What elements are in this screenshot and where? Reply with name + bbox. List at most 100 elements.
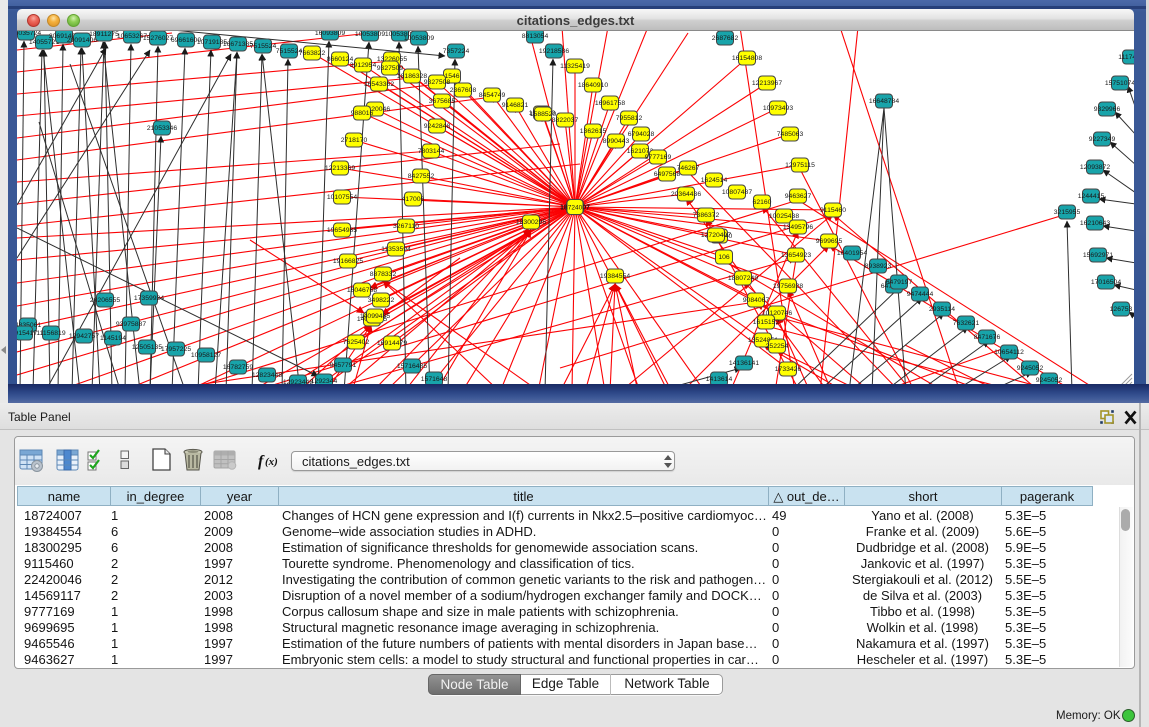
svg-text:10958127: 10958127 (191, 352, 221, 359)
svg-text:10807487: 10807487 (722, 189, 752, 196)
svg-text:20091406: 20091406 (67, 37, 97, 44)
svg-text:13495796: 13495796 (783, 224, 813, 231)
svg-text:8454749: 8454749 (479, 92, 506, 99)
svg-text:3675685: 3675685 (429, 98, 456, 105)
svg-text:16914479: 16914479 (377, 340, 407, 347)
svg-text:9115460: 9115460 (820, 207, 846, 214)
svg-text:19756928: 19756928 (773, 283, 803, 290)
svg-text:1571648: 1571648 (421, 376, 448, 383)
svg-text:7625402: 7625402 (343, 339, 370, 346)
svg-text:126753: 126753 (1110, 306, 1133, 313)
svg-text:16046768: 16046768 (347, 287, 377, 294)
svg-text:f: f (258, 453, 265, 470)
svg-text:16154808: 16154808 (732, 55, 762, 62)
svg-text:8427552: 8427552 (408, 173, 435, 180)
svg-text:16648784: 16648784 (869, 98, 899, 105)
svg-text:16093809: 16093809 (315, 31, 345, 37)
svg-text:9329966: 9329966 (1094, 106, 1121, 113)
svg-text:12505135: 12505135 (132, 344, 162, 351)
svg-text:15692971: 15692971 (1083, 252, 1113, 259)
svg-text:3215955: 3215955 (1054, 209, 1081, 216)
svg-text:9777169: 9777169 (645, 154, 672, 161)
svg-text:10107554: 10107554 (327, 194, 357, 201)
svg-text:62160: 62160 (753, 199, 772, 206)
svg-text:18724007: 18724007 (561, 205, 590, 212)
svg-text:13654923: 13654923 (781, 252, 811, 259)
svg-text:9327509: 9327509 (377, 65, 404, 72)
svg-text:8471676: 8471676 (974, 334, 1001, 341)
svg-text:15716485: 15716485 (397, 363, 427, 370)
svg-text:16543362: 16543362 (364, 81, 394, 88)
svg-text:12093872: 12093872 (1080, 164, 1110, 171)
svg-text:14055721: 14055721 (29, 39, 59, 46)
svg-text:9227349: 9227349 (1089, 136, 1116, 143)
svg-text:417006: 417006 (402, 196, 425, 203)
svg-text:1615152: 1615152 (753, 319, 780, 326)
svg-text:7632621: 7632621 (953, 320, 980, 327)
svg-text:17359924: 17359924 (134, 295, 164, 302)
svg-text:3498222: 3498222 (368, 297, 395, 304)
svg-text:3267110: 3267110 (393, 223, 419, 230)
svg-text:8878332: 8878332 (370, 271, 397, 278)
svg-text:7386372: 7386372 (693, 212, 720, 219)
svg-text:16671385: 16671385 (223, 41, 253, 48)
svg-text:16210643: 16210643 (1080, 220, 1110, 227)
svg-text:2718170: 2718170 (341, 137, 368, 144)
svg-text:21053346: 21053346 (147, 125, 177, 132)
svg-text:12975115: 12975115 (785, 162, 815, 169)
svg-text:7357224: 7357224 (443, 48, 470, 55)
svg-text:19166825: 19166825 (333, 258, 363, 265)
svg-text:17957225: 17957225 (161, 346, 191, 353)
svg-text:6794028: 6794028 (628, 131, 655, 138)
svg-text:9699695: 9699695 (816, 238, 843, 245)
svg-text:9327508: 9327508 (424, 79, 451, 86)
svg-text:746267: 746267 (677, 165, 700, 172)
svg-text:8813054: 8813054 (522, 33, 549, 40)
svg-text:9245052: 9245052 (1036, 377, 1063, 384)
svg-text:8938923: 8938923 (865, 263, 892, 270)
svg-text:15276027: 15276027 (143, 35, 173, 42)
svg-text:1413614: 1413614 (706, 376, 733, 383)
svg-text:2367608: 2367608 (450, 87, 477, 94)
svg-text:3912954: 3912954 (350, 62, 377, 69)
svg-text:12942757: 12942757 (69, 333, 99, 340)
svg-text:1733426: 1733426 (775, 366, 802, 373)
svg-text:16782759: 16782759 (223, 364, 253, 371)
svg-text:18807249: 18807249 (728, 275, 758, 282)
svg-text:18911275: 18911275 (89, 31, 119, 38)
svg-text:17016504: 17016504 (1091, 279, 1121, 286)
svg-text:16961758: 16961758 (595, 100, 625, 107)
svg-text:1244415: 1244415 (1078, 193, 1105, 200)
svg-text:16401954: 16401954 (837, 250, 867, 257)
svg-text:9474444: 9474444 (907, 291, 934, 298)
svg-text:20206555: 20206555 (90, 297, 120, 304)
svg-text:10654112: 10654112 (994, 349, 1024, 356)
svg-text:19654985: 19654985 (327, 227, 357, 234)
svg-text:1624514: 1624514 (701, 177, 728, 184)
svg-text:2687682: 2687682 (712, 35, 739, 42)
svg-text:12823448: 12823448 (252, 372, 282, 379)
svg-text:6479197: 6479197 (886, 279, 913, 286)
svg-text:7955812: 7955812 (616, 115, 643, 122)
svg-text:11353594: 11353594 (381, 246, 411, 253)
svg-text:1117433: 1117433 (1118, 54, 1134, 61)
svg-text:7803144: 7803144 (418, 148, 445, 155)
svg-text:9245052: 9245052 (1017, 365, 1044, 372)
svg-text:9242848: 9242848 (424, 123, 451, 130)
svg-text:19384554: 19384554 (600, 273, 630, 280)
svg-text:12213369: 12213369 (325, 165, 355, 172)
svg-text:3915417: 3915417 (17, 330, 37, 337)
svg-text:18300295: 18300295 (516, 219, 546, 226)
svg-text:7663822: 7663822 (299, 50, 326, 57)
svg-text:(x): (x) (265, 456, 278, 468)
svg-text:7515524: 7515524 (250, 43, 277, 50)
svg-text:12720407: 12720407 (701, 232, 731, 239)
svg-text:9084067: 9084067 (743, 297, 770, 304)
svg-text:1362615: 1362615 (580, 128, 607, 135)
svg-text:10053809: 10053809 (404, 35, 434, 42)
svg-text:9146821: 9146821 (502, 102, 529, 109)
svg-text:18640910: 18640910 (578, 82, 608, 89)
svg-text:988016: 988016 (351, 110, 374, 117)
svg-text:9463627: 9463627 (785, 193, 812, 200)
svg-text:11325419: 11325419 (560, 63, 590, 70)
